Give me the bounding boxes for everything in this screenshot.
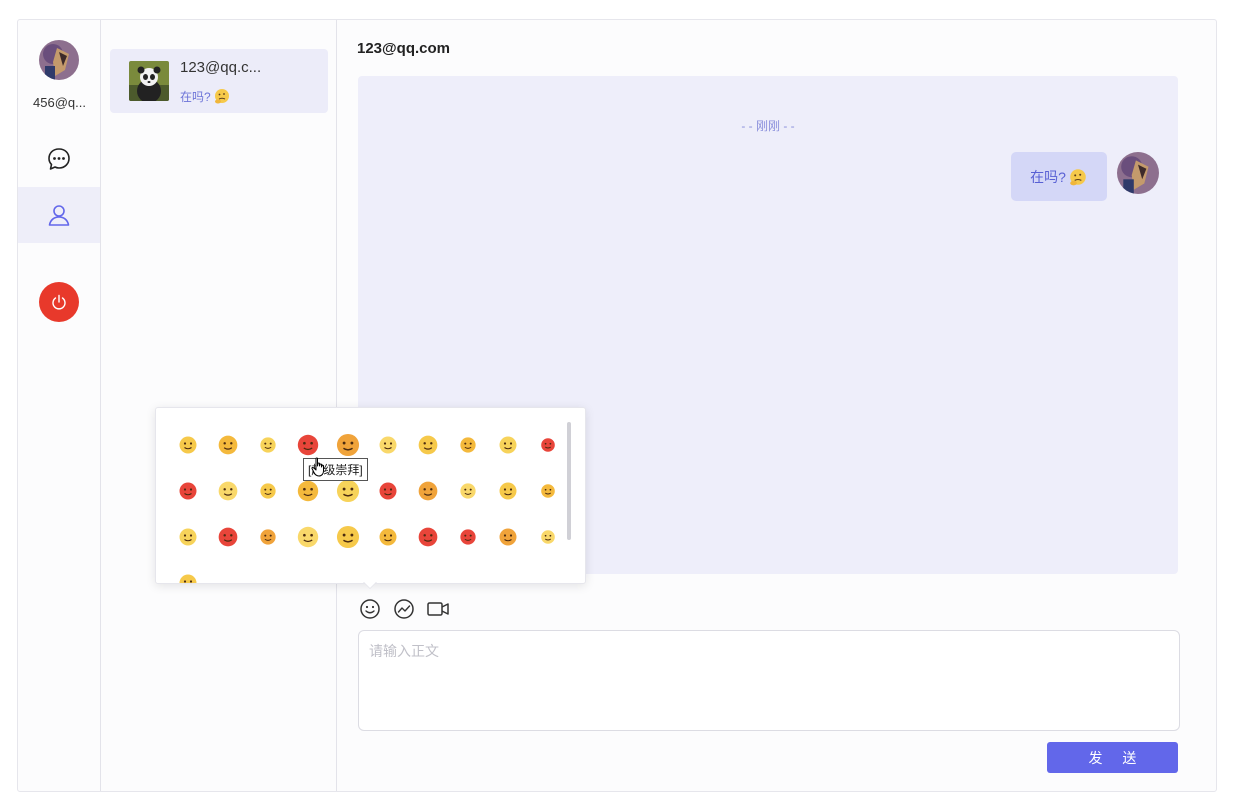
smiley-icon [360,599,380,619]
emoji-option[interactable] [368,514,408,560]
emoji-option[interactable] [488,422,528,468]
time-divider: - - 刚刚 - - [741,119,795,133]
chat-title: 123@qq.com [357,40,450,57]
contact-avatar [129,61,169,101]
emoji-option[interactable] [288,514,328,560]
send-button[interactable]: 发 送 [1047,742,1178,773]
message-input[interactable] [358,630,1180,731]
emoji-option[interactable] [208,422,248,468]
emoji-option[interactable] [328,514,368,560]
emoji-option[interactable] [248,468,288,514]
emoji-option[interactable] [368,422,408,468]
side-nav: 456@q... [18,20,101,791]
emoji-option[interactable] [408,422,448,468]
emoji-option[interactable] [168,560,208,583]
contact-item[interactable]: 123@qq.c... 在吗? [110,49,328,113]
emoji-option[interactable] [368,468,408,514]
emoji-option[interactable] [168,514,208,560]
thinking-emoji-icon [1070,168,1086,185]
emoji-option[interactable] [168,422,208,468]
emoji-option[interactable] [408,514,448,560]
emoji-option[interactable] [528,468,568,514]
contact-name: 123@qq.c... [180,59,262,76]
emoji-button[interactable] [358,597,382,621]
nav-contacts[interactable] [18,187,100,243]
video-camera-icon [427,602,449,616]
emoji-option[interactable] [528,514,568,560]
power-icon [52,294,66,310]
emoji-scrollbar[interactable] [567,422,571,540]
nav-chat[interactable] [18,131,100,187]
thinking-emoji-icon [214,89,229,104]
emoji-option[interactable] [448,468,488,514]
emoji-panel-arrow [363,581,377,588]
emoji-option[interactable] [208,514,248,560]
chat-bubble-icon [48,148,70,170]
emoji-option[interactable] [488,514,528,560]
message-bubble: 在吗? [1011,152,1107,201]
contact-last-message: 在吗? [180,87,231,105]
contact-list: 123@qq.c... 在吗? [101,20,337,791]
chat-app: 456@q... 123@qq.c... 在吗? 123@qq.com - - … [17,19,1217,792]
emoji-option[interactable] [208,468,248,514]
emoji-panel [155,407,586,584]
emoji-option[interactable] [488,468,528,514]
emoji-grid [168,422,568,583]
emoji-option[interactable] [528,422,568,468]
logout-button[interactable] [39,282,79,322]
video-button[interactable] [426,597,450,621]
emoji-option[interactable] [408,468,448,514]
hand-cursor-icon [311,457,327,482]
composer-toolbar [358,597,450,621]
emoji-option[interactable] [448,514,488,560]
emoji-option[interactable] [248,422,288,468]
emoji-option[interactable] [248,514,288,560]
chart-button[interactable] [392,597,416,621]
emoji-option[interactable] [448,422,488,468]
trend-icon [394,599,414,619]
my-avatar[interactable] [39,40,79,80]
contact-last-message-text: 在吗? [180,89,211,104]
my-username: 456@q... [33,95,86,110]
sender-avatar [1117,152,1159,194]
message-text: 在吗? [1030,168,1066,185]
emoji-option[interactable] [168,468,208,514]
user-icon [48,205,70,226]
